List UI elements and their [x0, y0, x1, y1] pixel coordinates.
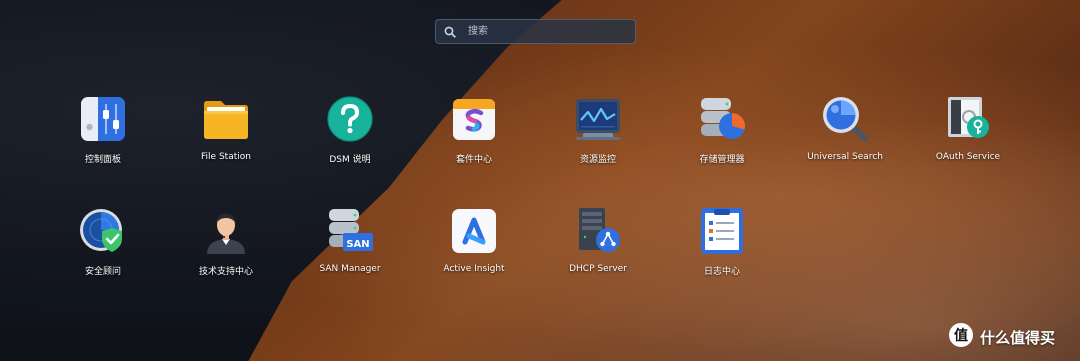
log-center-icon [697, 206, 747, 256]
active-insight-icon [449, 206, 499, 256]
app-label: 安全顾问 [84, 267, 121, 277]
svg-text:值: 值 [954, 327, 968, 344]
storage-manager-icon [697, 94, 747, 144]
app-dhcp-server[interactable]: DHCP Server [550, 206, 646, 274]
app-file-station[interactable]: File Station [178, 94, 274, 162]
resource-monitor-icon [573, 94, 623, 144]
app-label: DHCP Server [569, 264, 627, 274]
watermark: 值 什么值得买 [948, 322, 1055, 352]
app-dsm-help[interactable]: DSM 说明 [302, 94, 398, 165]
app-universal-search[interactable]: Universal Search [797, 94, 893, 162]
security-advisor-icon [78, 206, 128, 256]
search-bar[interactable] [435, 19, 636, 44]
app-control-panel[interactable]: 控制面板 [55, 94, 151, 165]
watermark-text: 什么值得买 [980, 328, 1056, 347]
app-label: 控制面板 [84, 155, 121, 165]
app-san-manager[interactable]: SAN SAN Manager [302, 206, 398, 274]
san-manager-icon: SAN [325, 206, 375, 256]
desktop-wallpaper [0, 0, 1080, 361]
app-label: 资源监控 [579, 155, 616, 165]
app-label: DSM 说明 [329, 155, 371, 165]
search-icon [444, 26, 456, 38]
app-label: SAN Manager [319, 264, 381, 274]
app-package-center[interactable]: 套件中心 [426, 94, 522, 165]
app-support-center[interactable]: 技术支持中心 [178, 206, 274, 277]
help-icon [325, 94, 375, 144]
app-label: File Station [201, 152, 251, 162]
support-center-icon [201, 206, 251, 256]
app-label: 技术支持中心 [198, 267, 253, 277]
svg-text:SAN: SAN [346, 239, 369, 250]
app-label: OAuth Service [935, 152, 1001, 162]
package-center-icon [449, 94, 499, 144]
app-resource-monitor[interactable]: 资源监控 [550, 94, 646, 165]
app-label: Active Insight [443, 264, 505, 274]
control-panel-icon [78, 94, 128, 144]
universal-search-icon [820, 94, 870, 144]
app-storage-manager[interactable]: 存储管理器 [674, 94, 770, 165]
app-label: 套件中心 [455, 155, 492, 165]
app-oauth-service[interactable]: OAuth Service [920, 94, 1016, 162]
search-input[interactable] [466, 25, 620, 38]
app-label: 存储管理器 [699, 155, 745, 165]
app-active-insight[interactable]: Active Insight [426, 206, 522, 274]
app-label: 日志中心 [703, 267, 740, 277]
app-log-center[interactable]: 日志中心 [674, 206, 770, 277]
oauth-service-icon [943, 94, 993, 144]
smzdm-logo-icon: 值 [948, 322, 974, 352]
app-security-advisor[interactable]: 安全顾问 [55, 206, 151, 277]
dhcp-server-icon [573, 206, 623, 256]
app-label: Universal Search [807, 152, 883, 162]
folder-icon [201, 94, 251, 144]
